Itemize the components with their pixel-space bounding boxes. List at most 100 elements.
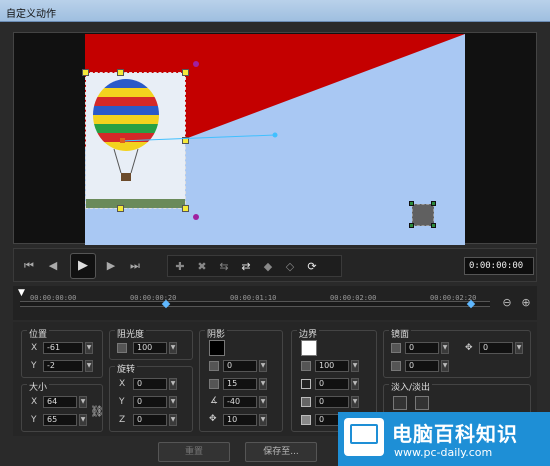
reset-button[interactable]: 重置: [158, 442, 230, 462]
opacity-icon: [117, 343, 127, 353]
link-icon[interactable]: ⛓: [90, 405, 104, 418]
delete-keyframe-icon[interactable]: ✖: [194, 259, 210, 275]
size-x-field[interactable]: 64: [43, 396, 77, 408]
shadow-dropdown-3[interactable]: ▼: [259, 396, 267, 408]
shadow-label: 阴影: [205, 327, 228, 340]
end-handle-tl[interactable]: [409, 201, 414, 206]
go-start-icon[interactable]: ⏮: [20, 257, 38, 275]
timeline[interactable]: 00:00:00:00 00:00:00:20 00:00:01:10 00:0…: [13, 286, 537, 320]
play-button[interactable]: ▶: [70, 253, 96, 279]
shadow-field-3[interactable]: -40: [223, 396, 257, 408]
rotation-label: 旋转: [115, 362, 138, 375]
motion-path: [120, 132, 278, 143]
mirror-field-2[interactable]: 0: [405, 360, 439, 372]
timecode-field[interactable]: 0:00:00:00: [464, 257, 534, 275]
prev-keyframe-icon[interactable]: ◆: [260, 259, 276, 275]
play-icon: ▶: [78, 258, 88, 273]
border-dropdown-2[interactable]: ▼: [351, 378, 359, 390]
rotation-y-dropdown[interactable]: ▼: [169, 396, 177, 408]
go-end-icon[interactable]: ⏭: [126, 257, 144, 275]
playhead-icon[interactable]: ▼: [18, 289, 28, 298]
shadow-blur-icon: [209, 379, 219, 389]
rotation-x-field[interactable]: 0: [133, 378, 167, 390]
resize-handle-tr[interactable]: [182, 69, 189, 76]
watermark: 电脑百科知识 www.pc-daily.com: [338, 412, 550, 466]
reverse-keyframe-icon[interactable]: ⇆: [216, 259, 232, 275]
border-field-1[interactable]: 100: [315, 360, 349, 372]
swap-keyframe-icon[interactable]: ⇄: [238, 259, 254, 275]
border-field-3[interactable]: 0: [315, 396, 349, 408]
fade-in-icon[interactable]: [393, 396, 407, 410]
mirror-move-dropdown[interactable]: ▼: [515, 342, 523, 354]
border-width-icon: [301, 379, 311, 389]
shadow-color-swatch[interactable]: [209, 340, 225, 356]
rotation-z-dropdown[interactable]: ▼: [169, 414, 177, 426]
position-label: 位置: [27, 327, 50, 340]
mirror-dropdown-1[interactable]: ▼: [441, 342, 449, 354]
rotation-x-label: X: [119, 379, 126, 389]
shadow-dropdown-2[interactable]: ▼: [259, 378, 267, 390]
watermark-url: www.pc-daily.com: [394, 446, 493, 459]
position-x-label: X: [31, 343, 38, 353]
keyframe-track[interactable]: [20, 301, 490, 307]
opacity-field[interactable]: 100: [133, 342, 167, 354]
size-y-label: Y: [31, 415, 37, 425]
size-y-dropdown[interactable]: ▼: [79, 414, 87, 426]
border-blur-icon: [301, 397, 311, 407]
position-x-field[interactable]: -61: [43, 342, 83, 354]
rotate-handle-bottom[interactable]: [193, 214, 199, 220]
watermark-title: 电脑百科知识: [392, 422, 518, 446]
border-field-2[interactable]: 0: [315, 378, 349, 390]
resize-handle-br[interactable]: [182, 205, 189, 212]
size-x-dropdown[interactable]: ▼: [79, 396, 87, 408]
distance-icon: ✥: [209, 414, 217, 424]
mirror-label: 镜面: [389, 327, 412, 340]
position-x-dropdown[interactable]: ▼: [85, 342, 93, 354]
rotation-y-label: Y: [119, 397, 125, 407]
rotation-z-field[interactable]: 0: [133, 414, 167, 426]
border-dropdown-1[interactable]: ▼: [351, 360, 359, 372]
shadow-field-2[interactable]: 15: [223, 378, 257, 390]
loop-keyframe-icon[interactable]: ⟳: [304, 259, 320, 275]
mirror-move-field[interactable]: 0: [479, 342, 513, 354]
save-as-button[interactable]: 保存至...: [245, 442, 317, 462]
zoom-in-icon[interactable]: ⊕: [519, 296, 533, 310]
size-x-label: X: [31, 397, 38, 407]
step-back-icon[interactable]: ◀: [44, 257, 62, 275]
shadow-dropdown-4[interactable]: ▼: [259, 414, 267, 426]
fade-out-icon[interactable]: [415, 396, 429, 410]
end-handle-bl[interactable]: [409, 223, 414, 228]
rotate-handle-top[interactable]: [193, 61, 199, 67]
mirror-field-1[interactable]: 0: [405, 342, 439, 354]
rotation-z-label: Z: [119, 415, 126, 425]
transport-bar: ⏮ ◀ ▶ ▶ ⏭ ✚ ✖ ⇆ ⇄ ◆ ◇ ⟳ 0:00:00:00: [13, 248, 537, 282]
shadow-field-1[interactable]: 0: [223, 360, 257, 372]
mirror-opacity-icon: [391, 343, 401, 353]
move-icon: ✥: [465, 343, 473, 353]
angle-icon: ∡: [210, 396, 219, 406]
window-title: 自定义动作: [6, 9, 56, 20]
opacity-dropdown[interactable]: ▼: [169, 342, 177, 354]
position-y-field[interactable]: -2: [43, 360, 83, 372]
add-keyframe-icon[interactable]: ✚: [172, 259, 188, 275]
mirror-dropdown-2[interactable]: ▼: [441, 360, 449, 372]
end-handle-tr[interactable]: [431, 201, 436, 206]
border-color-swatch[interactable]: [301, 340, 317, 356]
border-label: 边界: [297, 327, 320, 340]
position-y-dropdown[interactable]: ▼: [85, 360, 93, 372]
border-dropdown-3[interactable]: ▼: [351, 396, 359, 408]
end-handle-br[interactable]: [431, 223, 436, 228]
rotation-x-dropdown[interactable]: ▼: [169, 378, 177, 390]
rotation-y-field[interactable]: 0: [133, 396, 167, 408]
size-y-field[interactable]: 65: [43, 414, 77, 426]
step-forward-icon[interactable]: ▶: [102, 257, 120, 275]
resize-handle-tl[interactable]: [82, 69, 89, 76]
resize-handle-b[interactable]: [117, 205, 124, 212]
border-opacity-icon: [301, 361, 311, 371]
title-bar: 自定义动作: [0, 0, 550, 22]
next-keyframe-icon[interactable]: ◇: [282, 259, 298, 275]
resize-handle-t[interactable]: [117, 69, 124, 76]
shadow-field-4[interactable]: 10: [223, 414, 257, 426]
zoom-out-icon[interactable]: ⊖: [500, 296, 514, 310]
shadow-dropdown-1[interactable]: ▼: [259, 360, 267, 372]
